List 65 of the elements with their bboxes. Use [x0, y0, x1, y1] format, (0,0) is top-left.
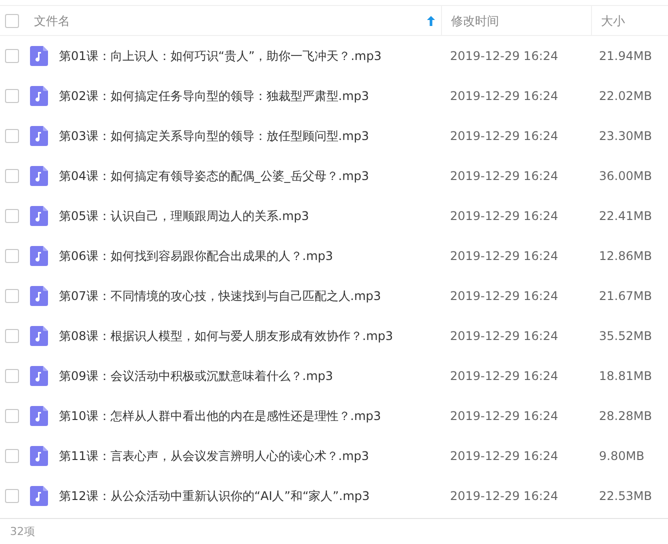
modified-time: 2019-12-29 16:24 [449, 48, 560, 65]
file-name[interactable]: 第05课：认识自己，理顺跟周边人的关系.mp3 [59, 207, 310, 225]
music-file-icon [30, 446, 48, 466]
column-header[interactable]: 文件名 [34, 12, 70, 30]
file-name[interactable]: 第09课：会议活动中积极或沉默意味着什么？.mp3 [59, 367, 334, 385]
file-name[interactable]: 第03课：如何搞定关系导向型的领导：放任型顾问型.mp3 [59, 127, 370, 145]
file-name[interactable]: 第02课：如何搞定任务导向型的领导：独裁型严肃型.mp3 [59, 87, 370, 105]
modified-time: 2019-12-29 16:24 [449, 368, 560, 385]
music-file-icon [30, 326, 48, 346]
checkbox[interactable] [5, 409, 19, 423]
checkbox[interactable] [5, 49, 19, 63]
checkbox[interactable] [5, 329, 19, 343]
music-file-icon [30, 486, 48, 506]
music-file-icon [30, 246, 48, 266]
checkbox[interactable] [5, 369, 19, 383]
modified-time: 2019-12-29 16:24 [449, 488, 560, 505]
music-file-icon [30, 286, 48, 306]
file-name[interactable]: 第04课：如何搞定有领导姿态的配偶_公婆_岳父母？.mp3 [59, 167, 370, 185]
modified-time: 2019-12-29 16:24 [449, 248, 560, 265]
checkbox[interactable] [5, 289, 19, 303]
music-file-icon [30, 126, 48, 146]
file-size: 22.41MB [598, 208, 653, 225]
music-file-icon [30, 366, 48, 386]
file-size: 21.94MB [598, 48, 653, 65]
checkbox[interactable] [5, 169, 19, 183]
music-file-icon [30, 86, 48, 106]
column-header[interactable]: 大小 [601, 12, 625, 30]
file-size: 28.28MB [598, 408, 653, 425]
file-size: 12.86MB [598, 248, 653, 265]
file-size: 23.30MB [598, 128, 653, 145]
file-size: 9.80MB [598, 448, 646, 465]
modified-time: 2019-12-29 16:24 [449, 328, 560, 345]
modified-time: 2019-12-29 16:24 [449, 88, 560, 105]
modified-time: 2019-12-29 16:24 [449, 208, 560, 225]
file-name[interactable]: 第12课：从公众活动中重新认识你的“AI人”和“家人”.mp3 [59, 487, 370, 505]
file-size: 36.00MB [598, 168, 653, 185]
file-name[interactable]: 第11课：言表心声，从会议发言辨明人心的读心术？.mp3 [59, 447, 370, 465]
checkbox[interactable] [5, 209, 19, 223]
checkbox[interactable] [5, 489, 19, 503]
modified-time: 2019-12-29 16:24 [449, 408, 560, 425]
file-name[interactable]: 第07课：不同情境的攻心技，快速找到与自己匹配之人.mp3 [59, 287, 382, 305]
file-name[interactable]: 第08课：根据识人模型，如何与爱人朋友形成有效协作？.mp3 [59, 327, 394, 345]
modified-time: 2019-12-29 16:24 [449, 128, 560, 145]
checkbox[interactable] [5, 249, 19, 263]
checkbox[interactable] [5, 129, 19, 143]
column-header[interactable]: 修改时间 [451, 12, 499, 30]
file-name[interactable]: 第01课：向上识人：如何巧识“贵人”，助你一飞冲天？.mp3 [59, 47, 382, 65]
item-count: 32项 [10, 524, 35, 540]
modified-time: 2019-12-29 16:24 [449, 168, 560, 185]
checkbox[interactable] [5, 89, 19, 103]
music-file-icon [30, 46, 48, 66]
modified-time: 2019-12-29 16:24 [449, 448, 560, 465]
music-file-icon [30, 406, 48, 426]
file-name[interactable]: 第06课：如何找到容易跟你配合出成果的人？.mp3 [59, 247, 334, 265]
file-size: 21.67MB [598, 288, 653, 305]
music-file-icon [30, 166, 48, 186]
file-size: 22.02MB [598, 88, 653, 105]
music-file-icon [30, 206, 48, 226]
checkbox[interactable] [5, 14, 19, 28]
modified-time: 2019-12-29 16:24 [449, 288, 560, 305]
file-name[interactable]: 第10课：怎样从人群中看出他的内在是感性还是理性？.mp3 [59, 407, 382, 425]
file-size: 35.52MB [598, 328, 653, 345]
file-size: 22.53MB [598, 488, 653, 505]
checkbox[interactable] [5, 449, 19, 463]
file-size: 18.81MB [598, 368, 653, 385]
